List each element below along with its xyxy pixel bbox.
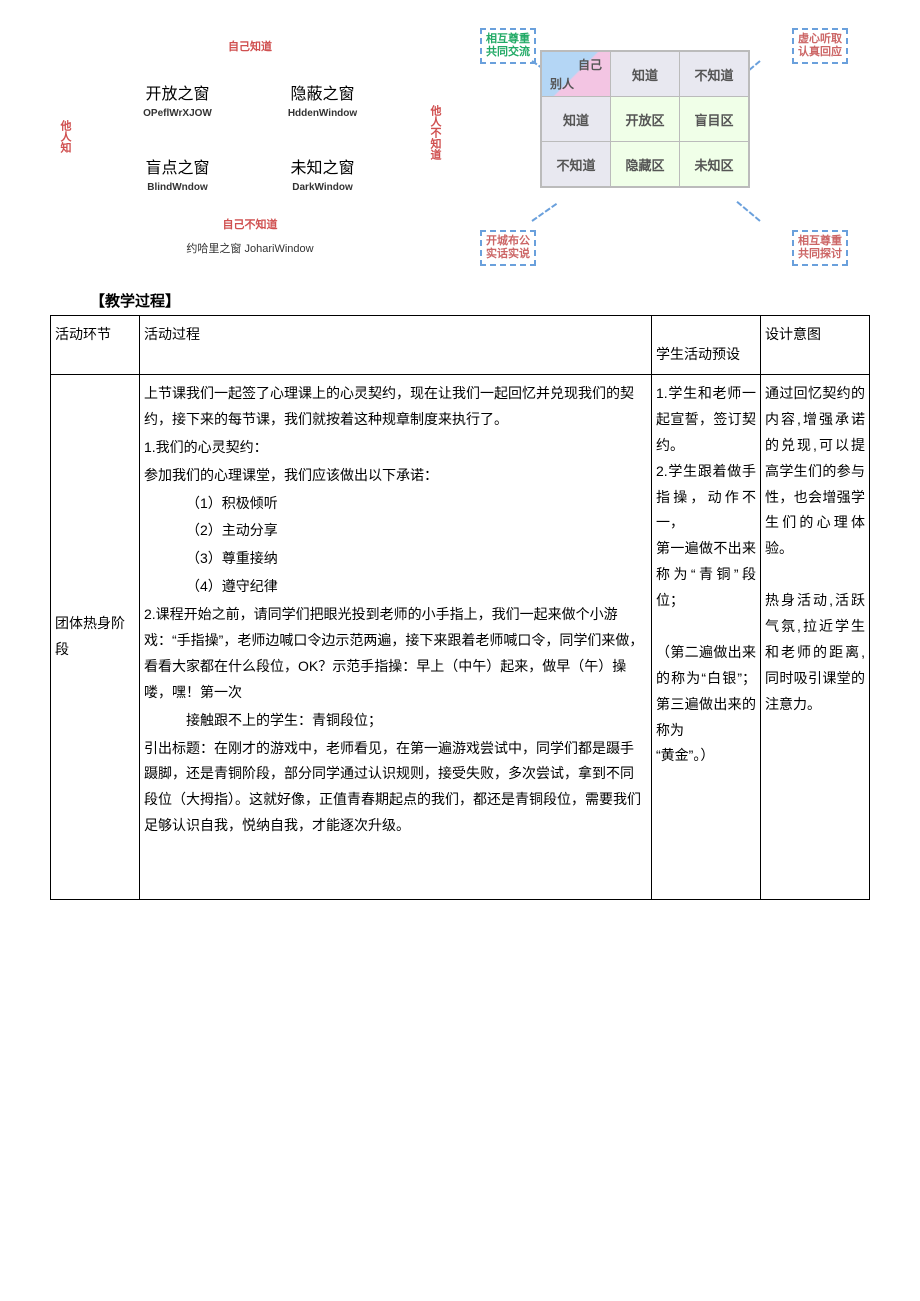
axis-label-right: 他人不知道 [428,105,442,160]
cell-open-cn: 开放之窗 [145,80,209,104]
johari-caption: 约哈里之窗 JohariWindow [186,240,313,256]
note-tr-line1: 虚心听取 [798,33,842,45]
zone-unknown: 未知区 [680,142,750,188]
matrix-corner: 自己 别人 [541,51,611,97]
corner-others: 别人 [550,75,574,92]
process-li4: （4）遵守纪律 [144,574,647,600]
axis-label-left: 他人知 [58,120,72,153]
cell-stage: 团体热身阶段 [51,375,140,900]
axis-label-top: 自己知道 [228,38,272,54]
cell-dark-en: DarkWindow [292,182,352,193]
cell-student: 1.学生和老师一起宣誓，签订契约。 2.学生跟着做手指操，动作不一， 第一遍做不… [652,375,761,900]
axis-label-bottom: 自己不知道 [223,216,278,232]
cell-dark: 未知之窗 DarkWindow [250,136,395,210]
process-3: 引出标题：在刚才的游戏中，老师看见，在第一遍游戏尝试中，同学们都是蹑手蹑脚，还是… [144,736,647,840]
cell-blind-en: BlindWndow [147,182,208,193]
header-stage: 活动环节 [51,316,140,375]
note-tl-line2: 共同交流 [486,46,530,58]
cell-process: 上节课我们一起签了心理课上的心灵契约，现在让我们一起回忆并兑现我们的契约，接下来… [140,375,652,900]
note-br-line2: 共同探讨 [798,248,842,260]
johari-matrix: 自己 别人 知道 不知道 知道 开放区 盲目区 不知道 隐藏区 未知区 [540,50,750,188]
note-top-right: 虚心听取 认真回应 [792,28,848,64]
note-bl-line2: 实话实说 [486,248,530,260]
cell-hidden-en: HddenWindow [288,108,357,119]
cell-open: 开放之窗 OPeflWrXJOW [105,62,250,136]
process-2: 2.课程开始之前，请同学们把眼光投到老师的小手指上，我们一起来做个小游戏：“手指… [144,602,647,706]
row-header-know: 知道 [541,97,611,142]
cell-hidden: 隐蔽之窗 HddenWindow [250,62,395,136]
zone-blind: 盲目区 [680,97,750,142]
arrow-br-icon [736,201,760,222]
cell-blind-cn: 盲点之窗 [145,154,209,178]
process-2a: 接触跟不上的学生：青铜段位； [144,708,647,734]
process-1-title: 1.我们的心灵契约： [144,435,647,461]
note-bottom-left: 开城布公 实话实说 [480,230,536,266]
note-top-left: 相互尊重 共同交流 [480,28,536,64]
note-br-line1: 相互尊重 [798,235,842,247]
cell-open-en: OPeflWrXJOW [143,108,212,119]
cell-hidden-cn: 隐蔽之窗 [290,80,354,104]
cell-dark-cn: 未知之窗 [290,154,354,178]
cell-intent: 通过回忆契约的内容,增强承诺的兑现,可以提高学生们的参与性，也会增强学生们的心理… [761,375,870,900]
cell-blind: 盲点之窗 BlindWndow [105,136,250,210]
note-bottom-right: 相互尊重 共同探讨 [792,230,848,266]
note-bl-line1: 开城布公 [486,235,530,247]
row-header-unknow: 不知道 [541,142,611,188]
section-title: 【教学过程】 [90,290,870,311]
zone-open: 开放区 [611,97,680,142]
note-tl-line1: 相互尊重 [486,33,530,45]
col-header-know: 知道 [611,51,680,97]
header-student: 学生活动预设 [652,316,761,375]
process-li3: （3）尊重接纳 [144,546,647,572]
header-intent: 设计意图 [761,316,870,375]
process-li1: （1）积极倾听 [144,491,647,517]
note-tr-line2: 认真回应 [798,46,842,58]
process-li2: （2）主动分享 [144,518,647,544]
arrow-bl-icon [531,203,557,222]
zone-hidden: 隐藏区 [611,142,680,188]
table-row: 团体热身阶段 上节课我们一起签了心理课上的心灵契约，现在让我们一起回忆并兑现我们… [51,375,870,900]
process-intro: 上节课我们一起签了心理课上的心灵契约，现在让我们一起回忆并兑现我们的契约，接下来… [144,381,647,433]
col-header-unknow: 不知道 [680,51,750,97]
header-process: 活动过程 [140,316,652,375]
header-student-text: 学生活动预设 [656,342,756,368]
johari-left-diagram: 自己知道 自己不知道 他人知 他人不知道 开放之窗 OPeflWrXJOW 隐蔽… [50,20,450,270]
lesson-table: 活动环节 活动过程 学生活动预设 设计意图 团体热身阶段 上节课我们一起签了心理… [50,315,870,900]
johari-right-diagram: 相互尊重 共同交流 虚心听取 认真回应 开城布公 实话实说 相互尊重 共同探讨 … [470,20,850,270]
process-1-sub: 参加我们的心理课堂，我们应该做出以下承诺： [144,463,647,489]
corner-self: 自己 [578,56,602,73]
